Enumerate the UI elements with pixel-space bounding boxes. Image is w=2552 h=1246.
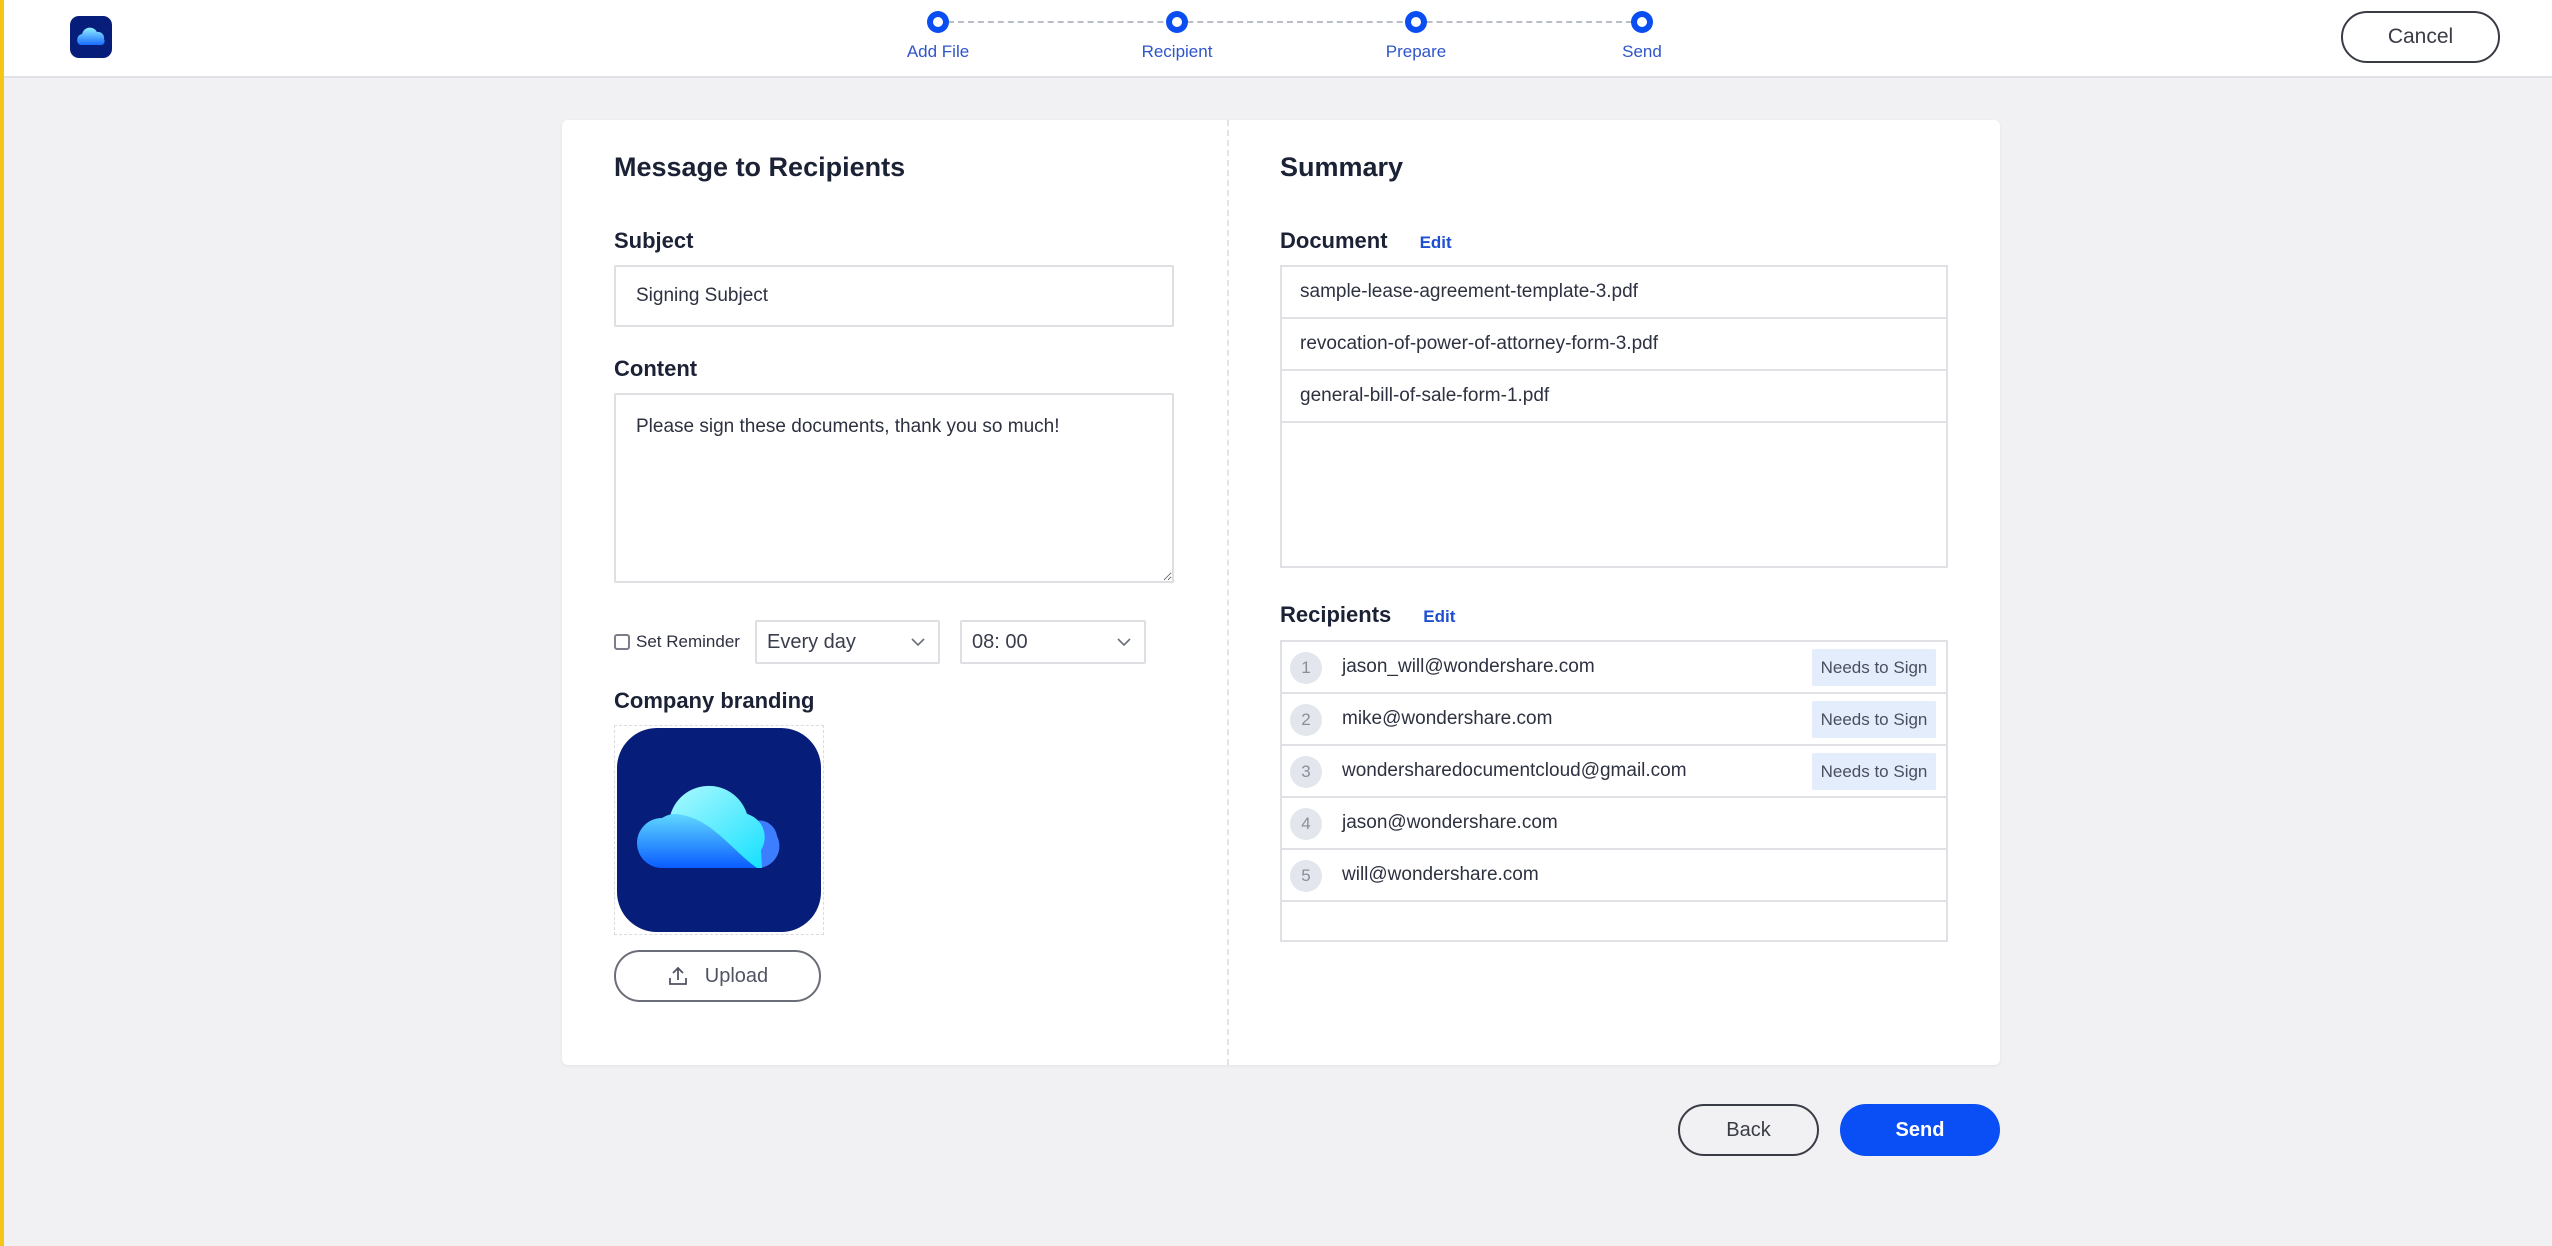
set-reminder-label: Set Reminder [636,632,740,651]
recipient-item: 5 will@wondershare.com [1282,850,1946,902]
document-header: Document Edit [1280,228,1452,254]
upload-icon [668,966,687,985]
step-label: Send [1622,42,1662,61]
document-item: revocation-of-power-of-attorney-form-3.p… [1282,319,1946,371]
subject-label: Subject [614,228,694,253]
recipient-role-badge: Needs to Sign [1812,649,1936,686]
recipients-label: Recipients [1280,602,1392,627]
send-card: Message to Recipients Subject Content Pl… [562,120,2000,1065]
company-logo-icon [617,728,821,932]
branding-label: Company branding [614,688,815,713]
document-label: Document [1280,228,1388,253]
chevron-down-icon [1117,638,1131,647]
content-label: Content [614,356,698,381]
step-recipient[interactable]: Recipient [1107,0,1247,62]
step-dot-icon [927,11,949,33]
step-dot-icon [1405,11,1427,33]
document-item: general-bill-of-sale-form-1.pdf [1282,371,1946,423]
stepper-line [938,21,1642,23]
send-button[interactable]: Send [1840,1104,2000,1156]
recipient-email: jason_will@wondershare.com [1342,656,1595,677]
recipient-role-badge: Needs to Sign [1812,753,1936,790]
document-list: sample-lease-agreement-template-3.pdf re… [1280,265,1948,568]
recipient-item: 3 wondersharedocumentcloud@gmail.com Nee… [1282,746,1946,798]
summary-title: Summary [1280,152,1404,182]
recipient-email: mike@wondershare.com [1342,708,1553,729]
branding-preview [614,725,824,935]
subject-input[interactable] [614,265,1174,327]
document-item: sample-lease-agreement-template-3.pdf [1282,267,1946,319]
app-logo-icon[interactable] [70,16,112,58]
chevron-down-icon [911,638,925,647]
reminder-time-value: 08: 00 [972,631,1028,653]
cancel-button[interactable]: Cancel [2341,11,2500,63]
progress-stepper: Add File Recipient Prepare Send [907,0,1662,78]
recipient-role-badge: Needs to Sign [1812,701,1936,738]
content-textarea[interactable]: Please sign these documents, thank you s… [614,393,1174,583]
reminder-frequency-select[interactable]: Every day [755,620,940,664]
recipient-item: 1 jason_will@wondershare.com Needs to Si… [1282,642,1946,694]
step-label: Add File [906,42,970,61]
recipient-email: jason@wondershare.com [1342,812,1558,833]
recipient-item: 4 jason@wondershare.com [1282,798,1946,850]
step-label: Recipient [1141,42,1213,61]
step-send[interactable]: Send [1572,0,1712,62]
back-button[interactable]: Back [1678,1104,1819,1156]
reminder-frequency-value: Every day [767,631,856,653]
recipient-order-badge: 2 [1290,704,1322,736]
step-add-file[interactable]: Add File [868,0,1008,62]
upload-button[interactable]: Upload [614,950,821,1002]
step-dot-icon [1166,11,1188,33]
recipient-order-badge: 1 [1290,652,1322,684]
window-edge-accent [0,0,4,1246]
step-prepare[interactable]: Prepare [1346,0,1486,62]
set-reminder-checkbox[interactable] [614,634,630,650]
message-title: Message to Recipients [614,152,906,182]
step-label: Prepare [1385,42,1447,61]
reminder-row: Set Reminder Every day 08: 00 [614,620,1176,664]
recipient-item: 2 mike@wondershare.com Needs to Sign [1282,694,1946,746]
edit-documents-link[interactable]: Edit [1420,233,1452,253]
recipient-email: will@wondershare.com [1342,864,1539,885]
recipient-order-badge: 4 [1290,808,1322,840]
recipient-email: wondersharedocumentcloud@gmail.com [1342,760,1687,781]
top-bar: Add File Recipient Prepare Send Cancel [0,0,2552,78]
column-divider [1227,120,1229,1065]
reminder-time-select[interactable]: 08: 00 [960,620,1146,664]
step-dot-icon [1631,11,1653,33]
edit-recipients-link[interactable]: Edit [1423,607,1455,627]
recipient-order-badge: 3 [1290,756,1322,788]
recipients-header: Recipients Edit [1280,602,1455,628]
upload-label: Upload [704,964,769,987]
recipient-list: 1 jason_will@wondershare.com Needs to Si… [1280,640,1948,942]
recipient-order-badge: 5 [1290,860,1322,892]
